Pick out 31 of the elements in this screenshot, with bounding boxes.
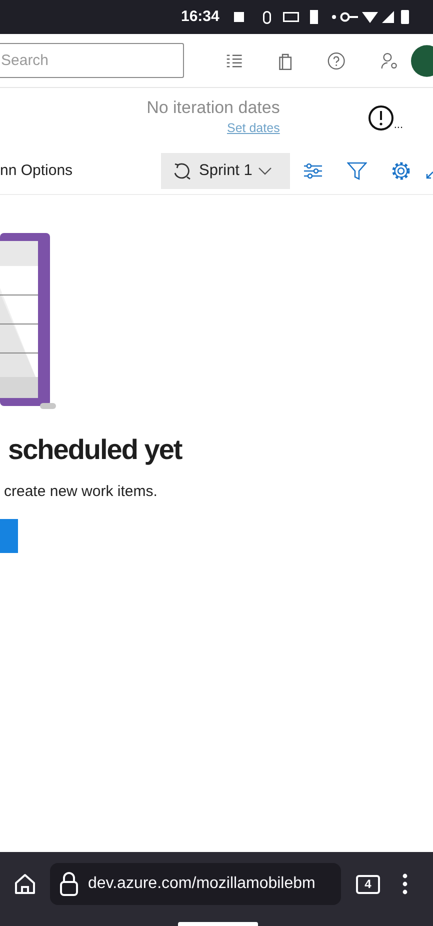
filter-icon[interactable] (347, 161, 367, 181)
user-settings-icon[interactable] (380, 50, 399, 70)
sprint-dropdown[interactable]: Sprint 1 (161, 153, 290, 189)
search-field[interactable]: Search (0, 43, 184, 78)
vpn-key-icon (340, 12, 358, 22)
chevron-down-icon (258, 167, 272, 175)
warning-icon[interactable] (368, 105, 394, 131)
url-bar[interactable]: dev.azure.com/mozillamobilebm (50, 863, 341, 905)
tab-count-button[interactable]: 4 (356, 874, 380, 894)
help-icon[interactable] (327, 50, 346, 70)
column-options-text[interactable]: nn Options (0, 160, 73, 182)
avatar[interactable] (410, 44, 433, 78)
iteration-dates-text: No iteration dates (146, 98, 280, 119)
dot-icon (332, 15, 336, 19)
sliders-icon[interactable] (303, 161, 323, 181)
lock-icon (60, 872, 78, 896)
clock-text: 16:34 (181, 6, 220, 27)
wifi-icon (362, 12, 378, 22)
settings-icon[interactable] (391, 161, 411, 181)
laptop-icon (283, 12, 300, 22)
url-text: dev.azure.com/mozillamobilebm (88, 874, 316, 894)
signal-icon (382, 11, 394, 23)
home-icon[interactable] (14, 873, 36, 895)
empty-state-text: create new work items. (4, 482, 158, 502)
gesture-handle[interactable] (178, 922, 258, 926)
battery-icon (401, 10, 409, 24)
empty-state-title: scheduled yet (8, 433, 184, 467)
collapse-icon[interactable] (425, 169, 433, 181)
message-icon (234, 12, 244, 22)
more-menu-icon[interactable] (402, 873, 408, 895)
more-text[interactable]: ... (394, 120, 403, 131)
